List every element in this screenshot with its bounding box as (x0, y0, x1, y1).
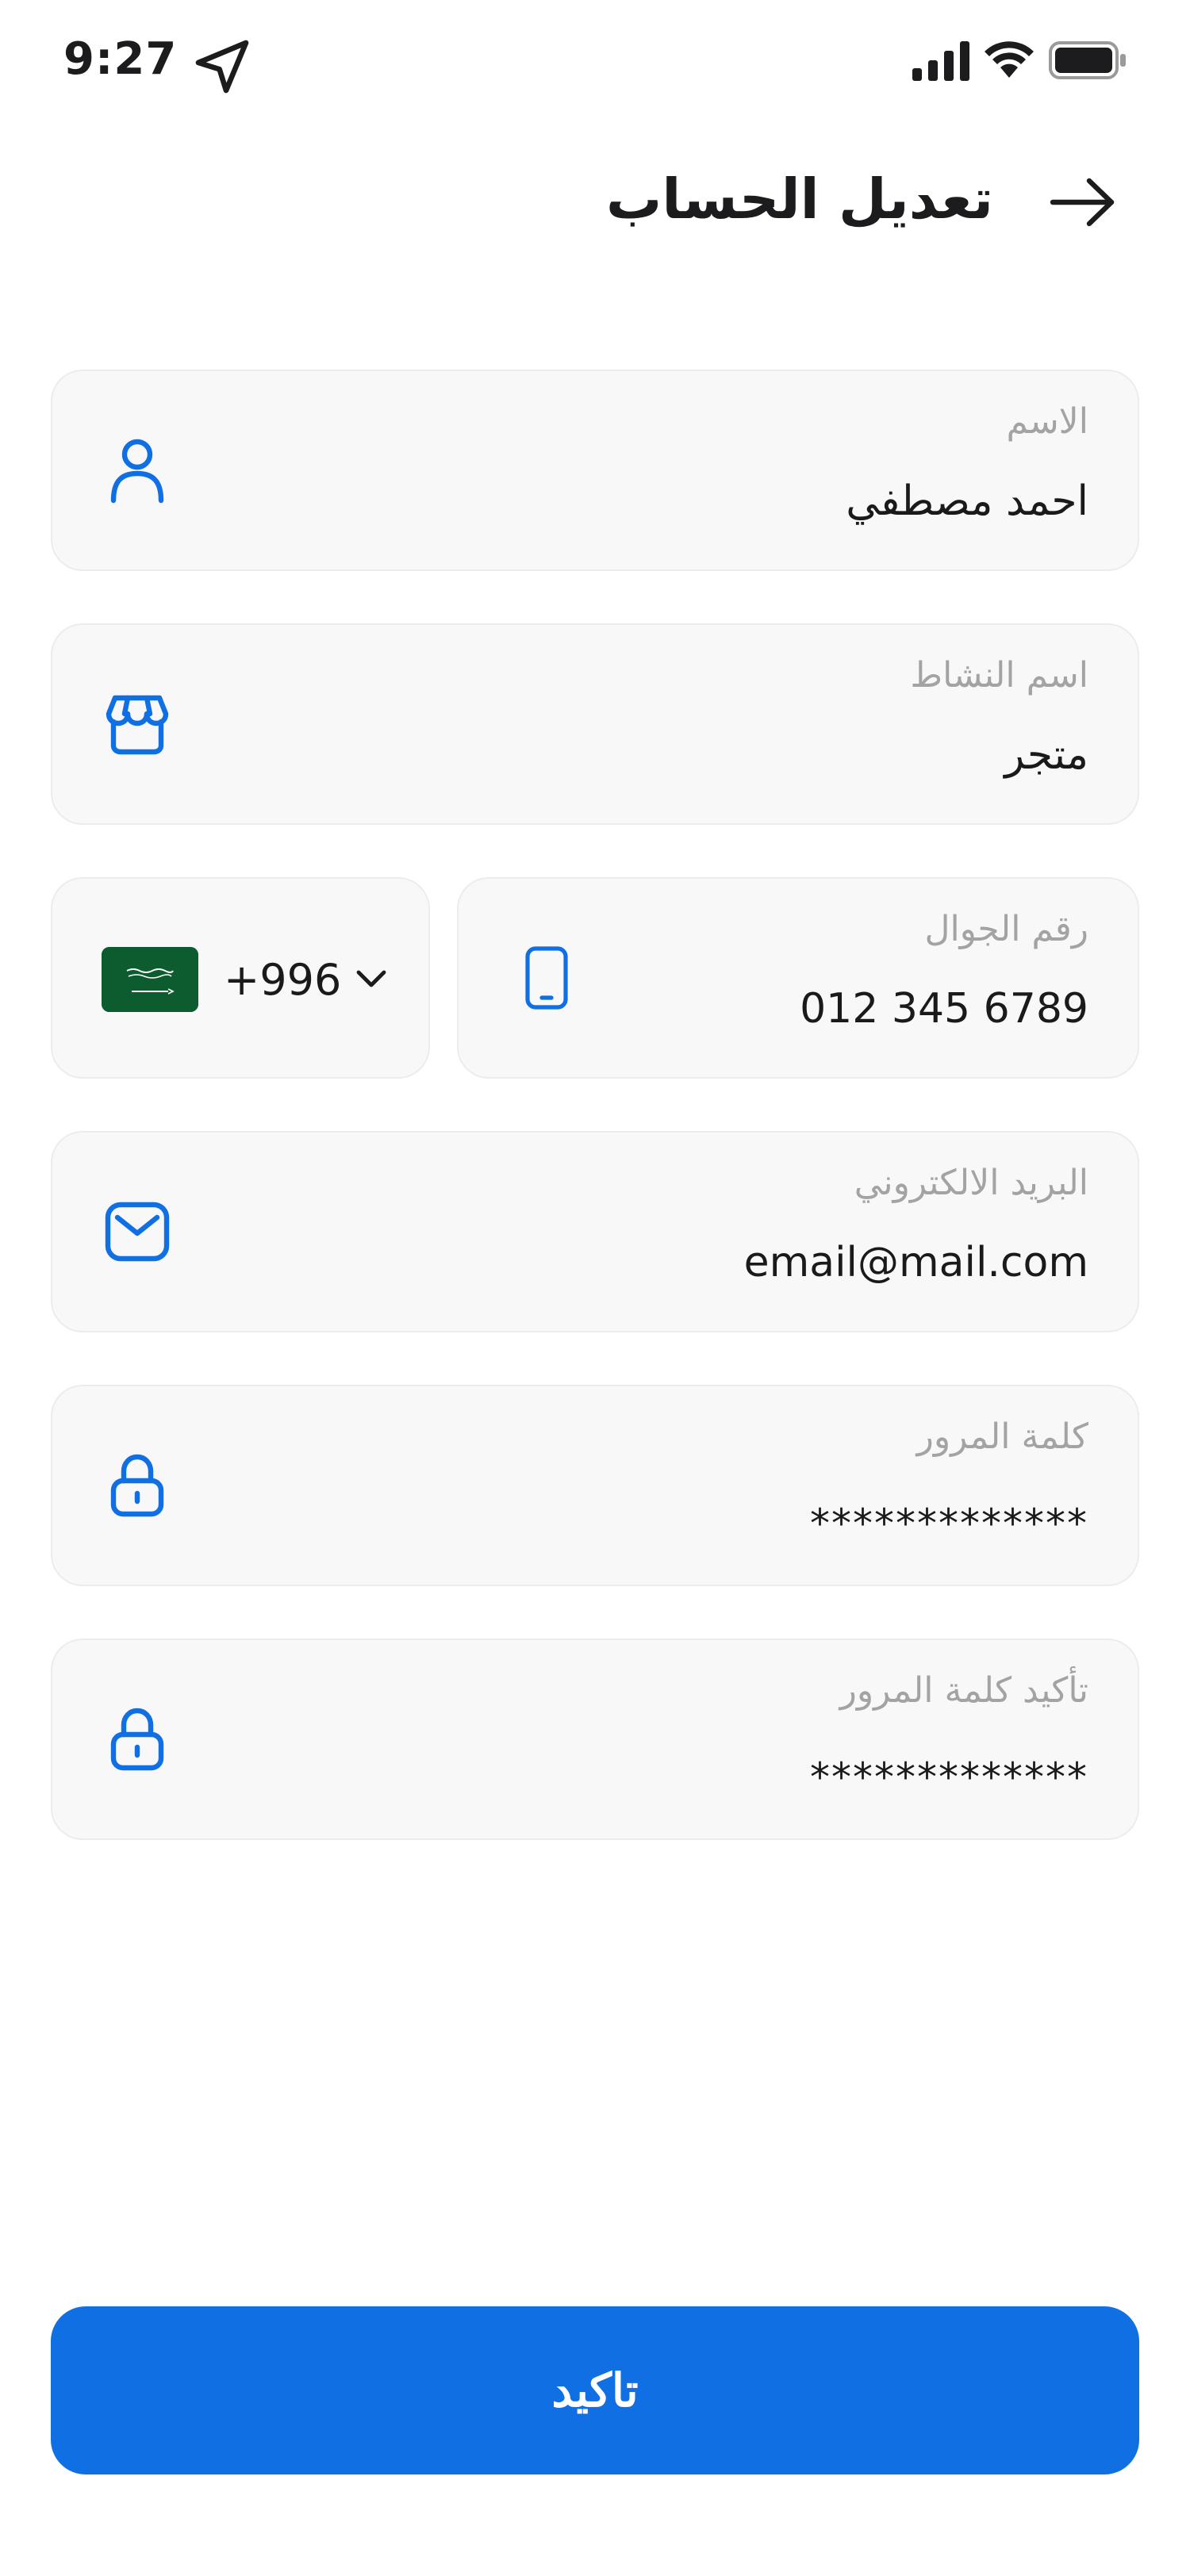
location-arrow-icon (190, 35, 254, 102)
wifi-icon (982, 38, 1036, 82)
mail-icon (102, 1196, 173, 1267)
edit-account-screen: 9:27 تعديل الحساب الاسم احمد مصطفي اسم ا… (0, 0, 1190, 2576)
phone-field[interactable]: رقم الجوال 012 345 6789 (457, 877, 1139, 1079)
arrow-right-icon (1048, 176, 1118, 232)
confirm-password-label: تأكيد كلمة المرور (839, 1670, 1088, 1711)
confirm-password-field[interactable]: تأكيد كلمة المرور ************* (51, 1639, 1139, 1840)
chevron-down-icon (354, 966, 389, 993)
confirm-button[interactable]: تاكيد (51, 2306, 1139, 2474)
password-label: كلمة المرور (916, 1416, 1088, 1457)
back-button[interactable] (1039, 168, 1127, 240)
business-name-field[interactable]: اسم النشاط متجر (51, 623, 1139, 825)
status-time: 9:27 (63, 33, 178, 85)
user-icon (102, 435, 173, 506)
country-dial-code: +996 (224, 955, 342, 1005)
password-field[interactable]: كلمة المرور ************* (51, 1385, 1139, 1586)
email-label: البريد الالكتروني (854, 1163, 1088, 1203)
email-field[interactable]: البريد الالكتروني email@mail.com (51, 1131, 1139, 1332)
page-title: تعديل الحساب (606, 167, 993, 232)
phone-value: 012 345 6789 (800, 985, 1088, 1033)
name-label: الاسم (1006, 401, 1088, 442)
password-value: ************* (810, 1501, 1088, 1547)
business-name-label: اسم النشاط (910, 655, 1088, 696)
email-value: email@mail.com (743, 1239, 1088, 1286)
cellular-signal-icon (912, 40, 973, 84)
smartphone-icon (511, 942, 582, 1014)
name-field[interactable]: الاسم احمد مصطفي (51, 370, 1139, 571)
business-name-value: متجر (1004, 731, 1088, 779)
battery-icon (1049, 41, 1128, 82)
country-code-select[interactable]: +996 (51, 877, 430, 1079)
saudi-arabia-flag-icon (102, 947, 198, 1012)
name-value: احمد مصطفي (846, 477, 1088, 525)
confirm-password-value: ************* (810, 1754, 1088, 1800)
phone-label: رقم الجوال (924, 909, 1088, 949)
lock-icon (102, 1704, 173, 1775)
lock-icon (102, 1450, 173, 1521)
store-icon (102, 688, 173, 760)
